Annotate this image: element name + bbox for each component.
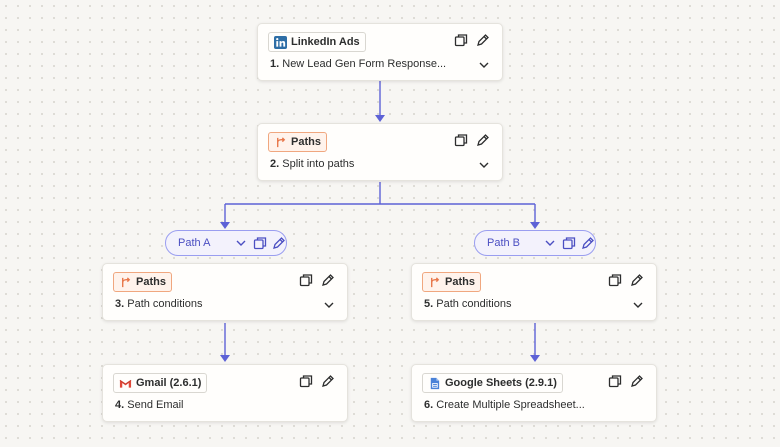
- app-name: LinkedIn Ads: [291, 36, 360, 48]
- edit-pencil-icon[interactable]: [321, 374, 335, 388]
- chevron-down-icon[interactable]: [478, 60, 490, 70]
- google-sheets-logo-icon: [430, 377, 440, 389]
- duplicate-icon[interactable]: [454, 33, 468, 47]
- duplicate-icon[interactable]: [299, 374, 313, 388]
- step-title: 6. Create Multiple Spreadsheet...: [424, 399, 585, 411]
- chevron-down-icon[interactable]: [543, 236, 557, 250]
- app-name: Paths: [136, 276, 166, 288]
- app-name: Gmail (2.6.1): [136, 377, 202, 389]
- edit-pencil-icon[interactable]: [321, 273, 335, 287]
- gmail-logo-icon: [119, 379, 132, 388]
- duplicate-icon[interactable]: [608, 273, 622, 287]
- edit-pencil-icon[interactable]: [476, 133, 490, 147]
- app-badge: Paths: [113, 272, 172, 292]
- edit-pencil-icon[interactable]: [272, 236, 286, 250]
- duplicate-icon[interactable]: [562, 236, 576, 250]
- step-card-2[interactable]: Paths 2. Split into paths: [257, 123, 503, 181]
- chevron-down-icon[interactable]: [478, 160, 490, 170]
- path-label: Path B: [487, 237, 521, 249]
- app-badge: Paths: [422, 272, 481, 292]
- step-card-6[interactable]: Google Sheets (2.9.1) 6. Create Multiple…: [411, 364, 657, 422]
- duplicate-icon[interactable]: [299, 273, 313, 287]
- edit-pencil-icon[interactable]: [630, 273, 644, 287]
- path-label: Path A: [178, 237, 211, 249]
- chevron-down-icon[interactable]: [632, 300, 644, 310]
- paths-icon: [431, 276, 440, 287]
- step-card-1[interactable]: LinkedIn Ads 1. New Lead Gen Form Respon…: [257, 23, 503, 81]
- step-title: 2. Split into paths: [270, 158, 355, 170]
- app-badge: Gmail (2.6.1): [113, 373, 208, 393]
- app-name: Google Sheets (2.9.1): [445, 377, 557, 389]
- app-badge: Paths: [268, 132, 327, 152]
- app-badge: Google Sheets (2.9.1): [422, 373, 563, 393]
- paths-icon: [277, 136, 286, 147]
- path-a-pill[interactable]: Path A: [165, 230, 287, 256]
- duplicate-icon[interactable]: [608, 374, 622, 388]
- step-title: 1. New Lead Gen Form Response...: [270, 58, 447, 70]
- arrowhead: [530, 222, 540, 229]
- chevron-down-icon[interactable]: [234, 236, 248, 250]
- step-card-3[interactable]: Paths 3. Path conditions: [102, 263, 348, 321]
- step-title: 3. Path conditions: [115, 298, 203, 310]
- step-title: 5. Path conditions: [424, 298, 512, 310]
- arrowhead: [220, 222, 230, 229]
- duplicate-icon[interactable]: [454, 133, 468, 147]
- step-card-4[interactable]: Gmail (2.6.1) 4. Send Email: [102, 364, 348, 422]
- chevron-down-icon[interactable]: [323, 300, 335, 310]
- edit-pencil-icon[interactable]: [476, 33, 490, 47]
- edit-pencil-icon[interactable]: [630, 374, 644, 388]
- duplicate-icon[interactable]: [253, 236, 267, 250]
- app-name: Paths: [291, 136, 321, 148]
- app-name: Paths: [445, 276, 475, 288]
- path-b-pill[interactable]: Path B: [474, 230, 596, 256]
- paths-icon: [122, 276, 131, 287]
- arrowhead: [220, 355, 230, 362]
- arrowhead: [530, 355, 540, 362]
- edit-pencil-icon[interactable]: [581, 236, 595, 250]
- step-title: 4. Send Email: [115, 399, 184, 411]
- step-card-5[interactable]: Paths 5. Path conditions: [411, 263, 657, 321]
- linkedin-logo-icon: [274, 35, 287, 49]
- arrowhead: [375, 115, 385, 122]
- app-badge: LinkedIn Ads: [268, 32, 366, 52]
